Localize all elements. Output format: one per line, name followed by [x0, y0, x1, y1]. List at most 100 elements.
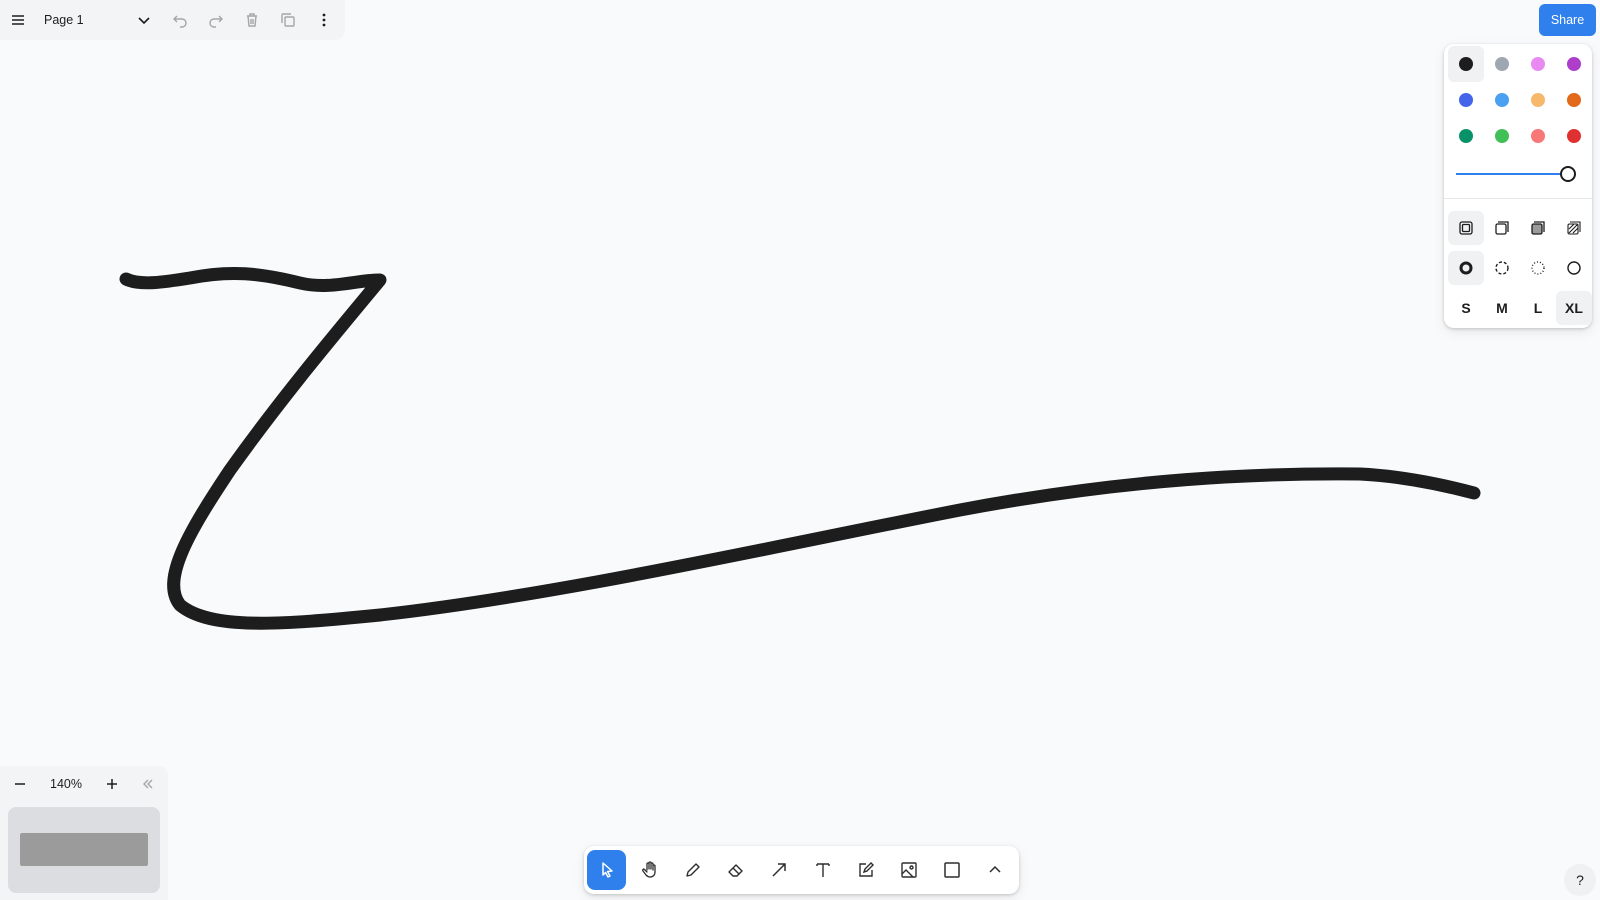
- fill-none-icon: [1459, 221, 1473, 235]
- note-tool[interactable]: [846, 850, 885, 890]
- rectangle-tool[interactable]: [933, 850, 972, 890]
- zoom-controls: 140%: [2, 766, 166, 802]
- more-tools-button[interactable]: [976, 850, 1015, 890]
- color-swatch: [1531, 57, 1545, 71]
- dash-solid-button[interactable]: [1556, 248, 1592, 288]
- chevron-down-icon: [138, 17, 150, 25]
- image-icon: [901, 862, 917, 878]
- color-swatch: [1459, 129, 1473, 143]
- color-swatch-button[interactable]: [1448, 46, 1484, 82]
- dash-draw-button[interactable]: [1448, 251, 1484, 285]
- dash-draw-icon: [1459, 261, 1473, 275]
- size-m-label: M: [1496, 300, 1508, 316]
- minus-icon: [15, 783, 25, 785]
- chevron-up-icon: [989, 865, 1001, 873]
- color-swatch-button[interactable]: [1448, 118, 1484, 154]
- dash-dashed-icon: [1495, 261, 1509, 275]
- delete-button[interactable]: [234, 2, 270, 38]
- color-swatch-button[interactable]: [1520, 46, 1556, 82]
- minimap-viewport: [20, 833, 148, 866]
- color-swatch-button[interactable]: [1520, 118, 1556, 154]
- redo-icon: [209, 15, 223, 28]
- fill-pattern-button[interactable]: [1556, 208, 1592, 248]
- color-swatch-button[interactable]: [1520, 82, 1556, 118]
- pencil-icon: [686, 863, 700, 877]
- style-divider: [1444, 198, 1592, 199]
- size-l-button[interactable]: L: [1520, 288, 1556, 328]
- rectangle-icon: [944, 862, 960, 878]
- size-s-label: S: [1461, 300, 1471, 316]
- draw-tool[interactable]: [673, 850, 712, 890]
- dash-dotted-button[interactable]: [1520, 248, 1556, 288]
- more-vertical-icon: [322, 13, 326, 27]
- note-edit-icon: [859, 862, 874, 877]
- hand-tool[interactable]: [630, 850, 669, 890]
- dash-dashed-button[interactable]: [1484, 248, 1520, 288]
- size-xl-button[interactable]: XL: [1556, 291, 1592, 325]
- menu-panel: Page 1: [0, 0, 345, 40]
- size-m-button[interactable]: M: [1484, 288, 1520, 328]
- fill-semi-icon: [1495, 221, 1509, 235]
- page-name[interactable]: Page 1: [36, 13, 126, 27]
- color-swatch: [1495, 57, 1509, 71]
- minimap[interactable]: [8, 807, 160, 893]
- color-swatch: [1459, 93, 1473, 107]
- dash-dotted-icon: [1531, 261, 1545, 275]
- undo-icon: [173, 15, 187, 28]
- duplicate-icon: [281, 13, 295, 27]
- zoom-level[interactable]: 140%: [38, 777, 94, 791]
- opacity-slider-track: [1456, 173, 1568, 175]
- color-swatch-button[interactable]: [1484, 82, 1520, 118]
- zoom-in-button[interactable]: [94, 766, 130, 802]
- select-tool[interactable]: [587, 850, 627, 890]
- duplicate-button[interactable]: [270, 2, 306, 38]
- share-button[interactable]: Share: [1539, 4, 1596, 36]
- color-swatch: [1567, 93, 1581, 107]
- trash-icon: [247, 13, 257, 27]
- size-l-label: L: [1533, 300, 1543, 316]
- dash-solid-icon: [1567, 261, 1581, 275]
- fill-solid-icon: [1531, 221, 1545, 235]
- text-tool[interactable]: [803, 850, 842, 890]
- toolbar: [584, 846, 1019, 894]
- color-swatch: [1459, 57, 1473, 71]
- text-icon: [815, 863, 830, 877]
- opacity-slider-thumb[interactable]: [1560, 166, 1576, 182]
- collapse-minimap-button[interactable]: [130, 766, 166, 802]
- arrow-icon: [772, 863, 787, 877]
- size-s-button[interactable]: S: [1448, 288, 1484, 328]
- size-xl-label: XL: [1565, 300, 1583, 316]
- more-options-button[interactable]: [306, 2, 342, 38]
- color-swatch-button[interactable]: [1484, 118, 1520, 154]
- arrow-tool[interactable]: [760, 850, 799, 890]
- color-swatch-button[interactable]: [1484, 46, 1520, 82]
- image-tool[interactable]: [889, 850, 928, 890]
- redo-button[interactable]: [198, 2, 234, 38]
- color-swatch: [1567, 57, 1581, 71]
- fill-none-button[interactable]: [1448, 211, 1484, 245]
- chevrons-left-icon: [143, 779, 153, 789]
- main-menu-button[interactable]: [0, 2, 36, 38]
- help-button[interactable]: ?: [1564, 864, 1596, 896]
- page-menu-button[interactable]: [126, 2, 162, 38]
- fill-solid-button[interactable]: [1520, 208, 1556, 248]
- cursor-icon: [601, 862, 613, 878]
- zoom-out-button[interactable]: [2, 766, 38, 802]
- color-swatch-button[interactable]: [1556, 46, 1592, 82]
- color-swatch: [1531, 129, 1545, 143]
- color-swatch: [1495, 93, 1509, 107]
- freehand-stroke[interactable]: [119, 266, 1481, 630]
- color-swatch: [1531, 93, 1545, 107]
- hand-icon: [641, 861, 656, 878]
- color-swatch-button[interactable]: [1556, 118, 1592, 154]
- navigation-panel: 140%: [0, 766, 168, 900]
- fill-semi-button[interactable]: [1484, 208, 1520, 248]
- eraser-tool[interactable]: [717, 850, 756, 890]
- color-swatch-button[interactable]: [1448, 82, 1484, 118]
- color-swatch: [1567, 129, 1581, 143]
- color-swatch-button[interactable]: [1556, 82, 1592, 118]
- undo-button[interactable]: [162, 2, 198, 38]
- color-swatch: [1495, 129, 1509, 143]
- drawing-canvas[interactable]: [0, 0, 1600, 900]
- opacity-slider[interactable]: [1456, 164, 1584, 184]
